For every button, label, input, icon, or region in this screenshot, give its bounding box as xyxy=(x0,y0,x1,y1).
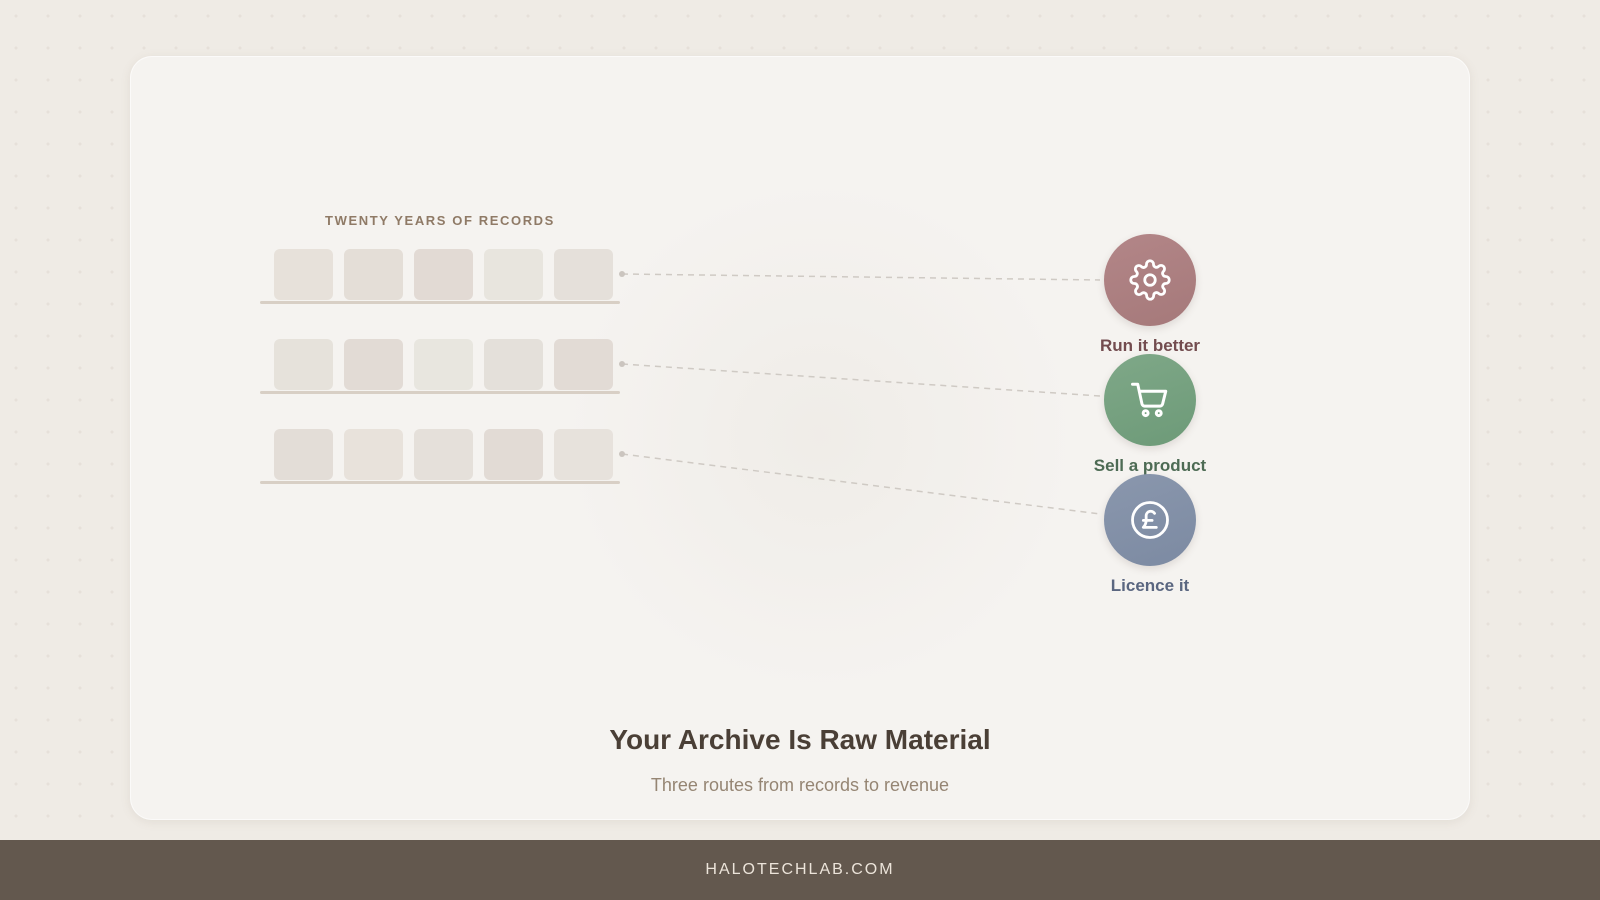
footer-link[interactable]: HALOTECHLAB.COM xyxy=(705,861,894,879)
footer-bar: HALOTECHLAB.COM xyxy=(0,840,1600,900)
route-circle xyxy=(1104,354,1196,446)
page-title: Your Archive Is Raw Material xyxy=(609,724,991,755)
route-circle xyxy=(1104,234,1196,326)
route-circle xyxy=(1104,474,1196,566)
gear-icon xyxy=(1129,259,1171,301)
cart-icon xyxy=(1131,382,1168,418)
connector-dot xyxy=(619,361,625,367)
route-label: Run it better xyxy=(1099,336,1201,355)
connector-run-it-better xyxy=(621,273,1101,281)
route-label: Sell a product xyxy=(1093,456,1207,475)
diagram-card: TWENTY YEARS OF RECORDS Run it better Se… xyxy=(130,56,1470,820)
route-sell-a-product: Sell a product xyxy=(1070,354,1230,476)
connector-sell-a-product xyxy=(621,363,1101,397)
route-licence-it: Licence it xyxy=(1070,474,1230,596)
connector-dot xyxy=(619,271,625,277)
connector-licence-it xyxy=(621,453,1101,515)
page-subtitle: Three routes from records to revenue xyxy=(650,775,950,795)
pound-icon xyxy=(1131,501,1169,539)
connector-lines xyxy=(619,271,1101,515)
connector-dot xyxy=(619,451,625,457)
route-label: Licence it xyxy=(1110,576,1190,595)
route-run-it-better: Run it better xyxy=(1070,234,1230,356)
